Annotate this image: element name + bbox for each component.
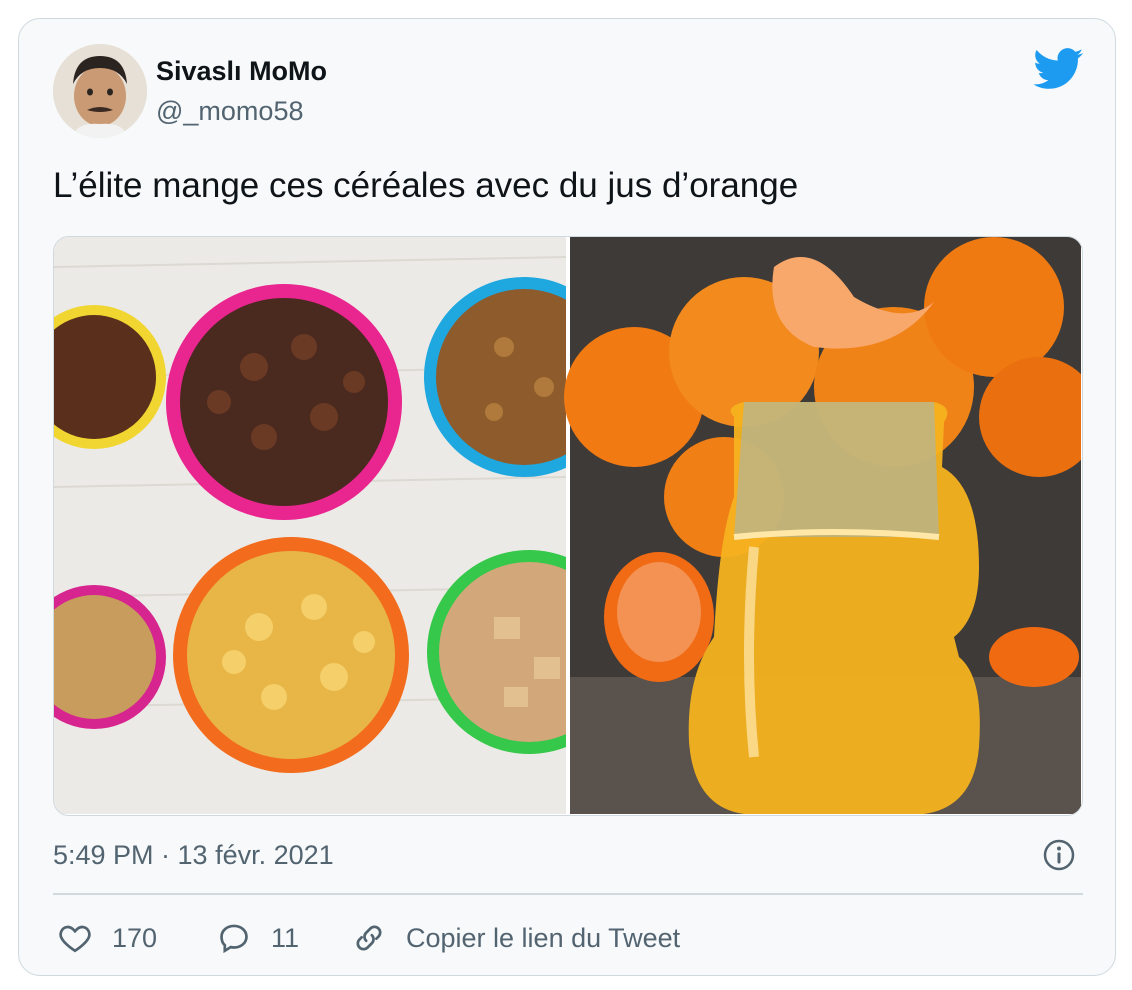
- twitter-bird-icon[interactable]: [1034, 48, 1084, 90]
- cereal-bowls-photo[interactable]: [54, 237, 631, 814]
- like-button[interactable]: 170: [58, 918, 157, 958]
- link-icon: [356, 925, 382, 951]
- reply-button[interactable]: 11: [217, 918, 299, 958]
- heart-icon: [59, 925, 91, 953]
- reply-bubble-icon: [220, 924, 248, 954]
- author-avatar[interactable]: [53, 44, 147, 138]
- like-count: 170: [112, 922, 158, 953]
- tweet-text: L’élite mange ces céréales avec du jus d…: [53, 166, 799, 205]
- info-icon[interactable]: [1042, 838, 1076, 872]
- author-name[interactable]: Sivaslı MoMo: [156, 56, 327, 87]
- author-handle[interactable]: @_momo58: [156, 96, 303, 127]
- copy-link-button[interactable]: Copier le lien du Tweet: [352, 918, 680, 958]
- copy-link-label: Copier le lien du Tweet: [406, 922, 681, 953]
- tweet-media[interactable]: [53, 236, 1083, 816]
- tweet-timestamp[interactable]: 5:49 PM · 13 févr. 2021: [53, 840, 334, 871]
- divider: [53, 893, 1083, 895]
- reply-count: 11: [271, 922, 300, 953]
- orange-juice-photo[interactable]: [564, 237, 1081, 814]
